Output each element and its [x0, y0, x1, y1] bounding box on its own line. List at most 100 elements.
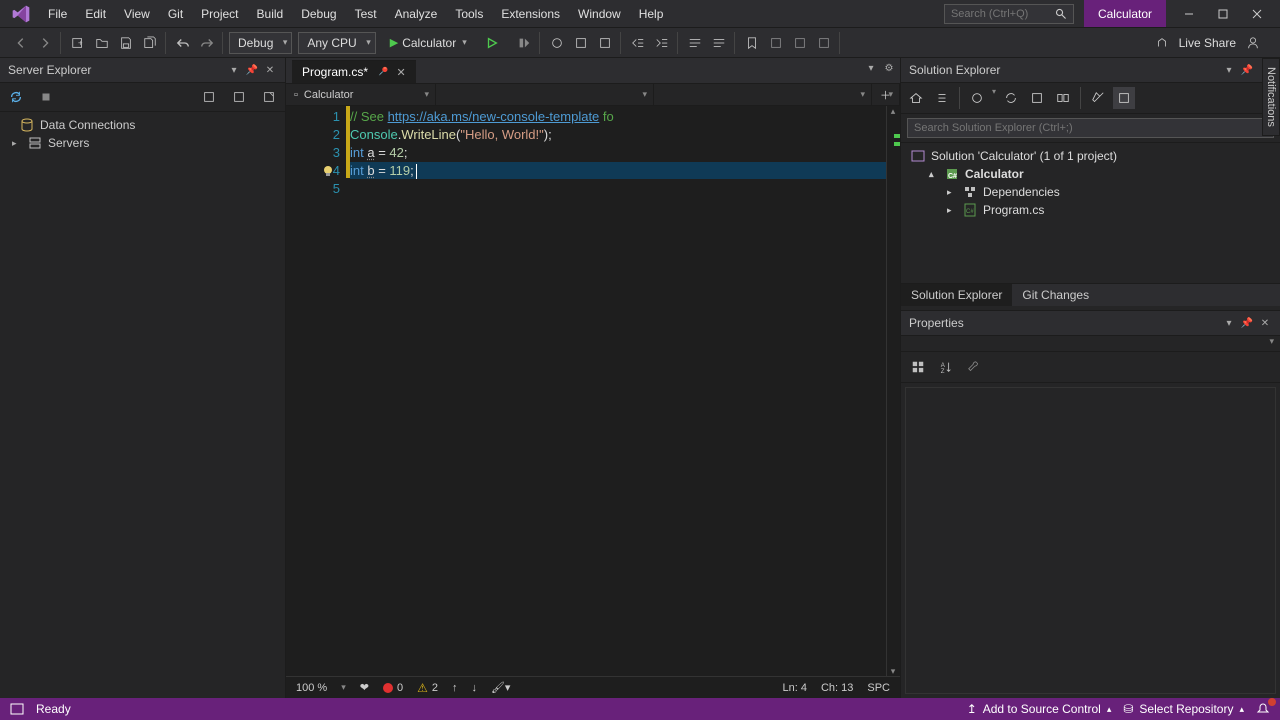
config-combo[interactable]: Debug	[229, 32, 292, 54]
menu-extensions[interactable]: Extensions	[493, 3, 568, 25]
indent-mode[interactable]: SPC	[867, 682, 890, 694]
pin-icon[interactable]: 📍	[374, 64, 391, 81]
add-source-control[interactable]: ↥ Add to Source Control ▴	[967, 702, 1112, 716]
menu-build[interactable]: Build	[249, 3, 292, 25]
project-node[interactable]: ▴ C# Calculator	[903, 165, 1278, 183]
tab-close-icon[interactable]: ✕	[396, 66, 405, 79]
save-all-button[interactable]	[139, 32, 161, 54]
maximize-button[interactable]	[1206, 0, 1240, 28]
open-file-button[interactable]	[91, 32, 113, 54]
editor-minimap[interactable]: ▴ ▾	[886, 106, 900, 676]
chevron-right-icon[interactable]: ▸	[12, 138, 22, 149]
health-icon[interactable]: ❤	[360, 681, 369, 694]
refresh-icon[interactable]	[6, 87, 26, 107]
tab-git-changes[interactable]: Git Changes	[1012, 284, 1099, 306]
lightbulb-icon[interactable]	[322, 165, 334, 177]
step-button[interactable]	[513, 32, 535, 54]
platform-combo[interactable]: Any CPU	[298, 32, 375, 54]
sx-preview-icon[interactable]	[1113, 87, 1135, 109]
chevron-right-icon[interactable]: ▸	[947, 205, 957, 216]
panel-pin-icon[interactable]: 📌	[1240, 63, 1254, 77]
next-issue-button[interactable]: ↓	[471, 682, 477, 694]
new-project-button[interactable]: +	[67, 32, 89, 54]
panel-dropdown-icon[interactable]: ▾	[1222, 316, 1236, 330]
sx-collapse-icon[interactable]	[1026, 87, 1048, 109]
tb-icon-4[interactable]	[789, 32, 811, 54]
tb-icon-5[interactable]	[813, 32, 835, 54]
tab-solution-explorer[interactable]: Solution Explorer	[901, 284, 1012, 306]
comment-button[interactable]	[684, 32, 706, 54]
liveshare-label[interactable]: Live Share	[1179, 36, 1236, 50]
panel-dropdown-icon[interactable]: ▾	[1222, 63, 1236, 77]
se-icon-1[interactable]	[199, 87, 219, 107]
menu-help[interactable]: Help	[631, 3, 672, 25]
tree-servers[interactable]: ▸ Servers	[4, 134, 281, 152]
code-editor[interactable]: 1 2 3 4 5 // See https://aka.ms/new-cons…	[286, 106, 900, 676]
panel-pin-icon[interactable]: 📌	[245, 63, 259, 77]
tree-data-connections[interactable]: Data Connections	[4, 116, 281, 134]
nav-member-combo[interactable]	[654, 84, 872, 105]
tb-icon-2[interactable]	[594, 32, 616, 54]
nav-class-combo[interactable]	[436, 84, 654, 105]
menu-edit[interactable]: Edit	[77, 3, 114, 25]
notifications-bell[interactable]	[1256, 702, 1270, 716]
dependencies-node[interactable]: ▸ Dependencies	[903, 183, 1278, 201]
nav-split-button[interactable]: ＋	[872, 84, 900, 105]
sx-sync-icon[interactable]	[966, 87, 988, 109]
menu-analyze[interactable]: Analyze	[387, 3, 446, 25]
code-content[interactable]: // See https://aka.ms/new-console-templa…	[350, 106, 900, 676]
panel-dropdown-icon[interactable]: ▾	[227, 63, 241, 77]
sx-switch-icon[interactable]	[931, 87, 953, 109]
sx-showall-icon[interactable]	[1052, 87, 1074, 109]
notifications-tab[interactable]: Notifications	[1262, 58, 1280, 136]
menu-project[interactable]: Project	[193, 3, 246, 25]
menu-tools[interactable]: Tools	[447, 3, 491, 25]
nav-project-combo[interactable]: ▫ Calculator	[286, 84, 436, 105]
panel-close-icon[interactable]: ✕	[263, 63, 277, 77]
start-nodebug-button[interactable]	[481, 32, 503, 54]
sx-properties-icon[interactable]	[1087, 87, 1109, 109]
stop-icon[interactable]	[36, 87, 56, 107]
editor-tab-program[interactable]: Program.cs* 📍 ✕	[292, 60, 416, 83]
error-count[interactable]: 0	[383, 682, 403, 694]
solution-search-input[interactable]	[907, 118, 1274, 138]
zoom-level[interactable]: 100 %	[296, 682, 327, 694]
start-debug-button[interactable]: ▶ Calculator ▾	[382, 32, 475, 54]
panel-close-icon[interactable]: ✕	[1258, 316, 1272, 330]
chevron-down-icon[interactable]: ▴	[929, 169, 939, 180]
menu-view[interactable]: View	[116, 3, 158, 25]
alphabetical-icon[interactable]: AZ	[935, 356, 957, 378]
menu-window[interactable]: Window	[570, 3, 629, 25]
tb-icon-1[interactable]	[570, 32, 592, 54]
nav-back-button[interactable]	[10, 32, 32, 54]
chevron-right-icon[interactable]: ▸	[947, 187, 957, 198]
quick-search[interactable]	[944, 4, 1074, 24]
quick-search-input[interactable]	[951, 8, 1051, 20]
nav-fwd-button[interactable]	[34, 32, 56, 54]
program-cs-node[interactable]: ▸ C# Program.cs	[903, 201, 1278, 219]
solution-node[interactable]: Solution 'Calculator' (1 of 1 project)	[903, 147, 1278, 165]
select-repository[interactable]: ⛁ Select Repository ▴	[1123, 702, 1244, 716]
close-button[interactable]	[1240, 0, 1274, 28]
scroll-up-icon[interactable]: ▴	[888, 106, 898, 116]
panel-pin-icon[interactable]: 📌	[1240, 316, 1254, 330]
uncomment-button[interactable]	[708, 32, 730, 54]
indent-button[interactable]	[651, 32, 673, 54]
se-icon-2[interactable]	[229, 87, 249, 107]
bookmark-button[interactable]	[741, 32, 763, 54]
categorized-icon[interactable]	[907, 356, 929, 378]
menu-git[interactable]: Git	[160, 3, 191, 25]
undo-button[interactable]	[172, 32, 194, 54]
minimize-button[interactable]	[1172, 0, 1206, 28]
wrench-icon[interactable]	[963, 356, 985, 378]
tb-icon-3[interactable]	[765, 32, 787, 54]
cleanup-icon[interactable]: 🖌▾	[491, 681, 511, 694]
scroll-down-icon[interactable]: ▾	[888, 666, 898, 676]
se-icon-3[interactable]	[259, 87, 279, 107]
output-window-icon[interactable]	[10, 703, 24, 715]
menu-debug[interactable]: Debug	[293, 3, 344, 25]
prev-issue-button[interactable]: ↑	[452, 682, 458, 694]
sx-refresh-icon[interactable]	[1000, 87, 1022, 109]
sx-home-icon[interactable]	[905, 87, 927, 109]
tab-gear-icon[interactable]: ⚙	[882, 61, 896, 75]
